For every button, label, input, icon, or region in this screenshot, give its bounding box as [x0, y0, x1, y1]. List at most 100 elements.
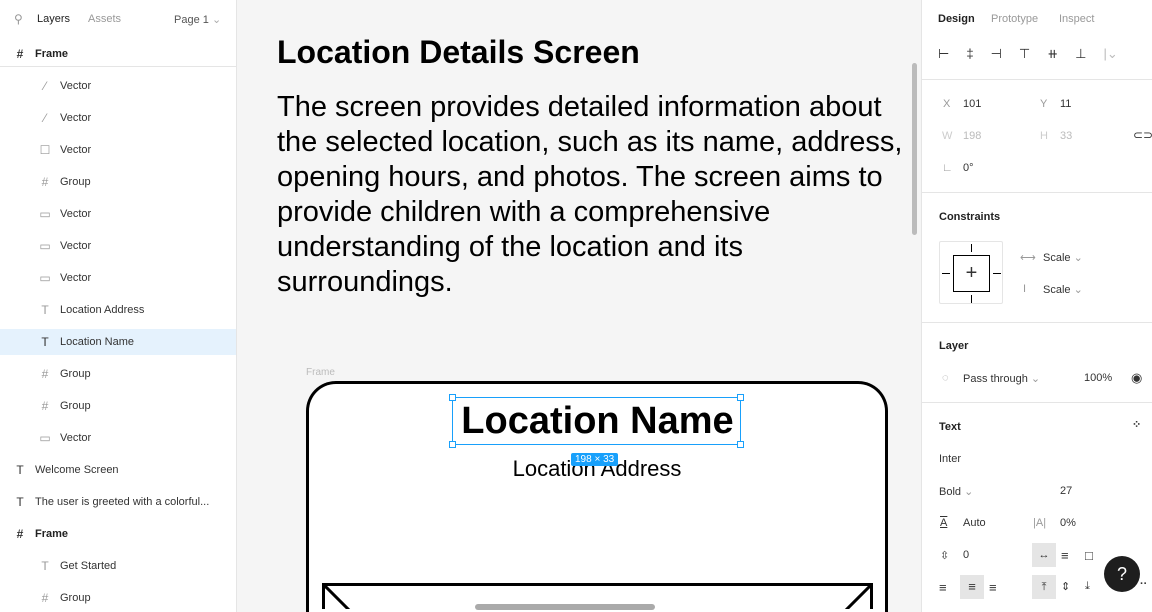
more-icon[interactable]: ·· — [1140, 578, 1147, 590]
text-icon: T — [16, 463, 24, 477]
selection-box[interactable]: Location Name — [449, 394, 744, 448]
blend-mode-select[interactable]: Pass through ⌄ — [963, 372, 1040, 385]
h-label: H — [1040, 130, 1048, 142]
rotation-input[interactable]: 0° — [963, 162, 974, 174]
align-top-icon[interactable]: ⊤ — [1019, 46, 1030, 62]
layer-row[interactable]: # Group — [0, 585, 236, 611]
font-weight-select[interactable]: Bold ⌄ — [939, 485, 973, 498]
vertical-scrollbar[interactable] — [912, 63, 917, 235]
y-input[interactable]: 11 — [1060, 98, 1071, 110]
align-text-top-icon[interactable]: ⤒ — [1032, 575, 1056, 599]
layer-row[interactable]: # Group — [0, 393, 236, 419]
description-line: The screen provides detailed information… — [277, 91, 882, 123]
tab-assets[interactable]: Assets — [88, 13, 121, 25]
layer-label: Vector — [60, 112, 92, 124]
align-text-middle-icon[interactable]: ⇕ — [1061, 580, 1070, 593]
align-text-bottom-icon[interactable]: ⤓ — [1085, 580, 1090, 593]
layer-row[interactable]: T Welcome Screen — [0, 457, 236, 483]
resize-handle[interactable] — [737, 441, 744, 448]
layer-label: Vector — [60, 240, 92, 252]
layer-row[interactable]: ⁄ Vector — [0, 73, 236, 99]
resize-handle[interactable] — [737, 394, 744, 401]
layer-row[interactable]: # Frame — [0, 521, 236, 547]
auto-width-icon[interactable]: ↔ — [1032, 543, 1056, 567]
opacity-input[interactable]: 100% — [1084, 372, 1112, 384]
location-name-text[interactable]: Location Name — [453, 398, 742, 444]
layer-label: Group — [60, 368, 91, 380]
size-badge: 198 × 33 — [571, 453, 619, 466]
rect-icon: ▭ — [39, 207, 51, 221]
paragraph-spacing-input[interactable]: 0 — [963, 549, 969, 561]
layer-row[interactable]: ⁄ Vector — [0, 105, 236, 131]
h-input[interactable]: 33 — [1060, 130, 1072, 142]
layer-label: Location Address — [60, 304, 145, 316]
line-height-icon: A — [940, 517, 948, 529]
x-input[interactable]: 101 — [963, 98, 981, 110]
help-button[interactable]: ? — [1104, 556, 1140, 592]
align-bottom-icon[interactable]: ⊥ — [1075, 46, 1086, 62]
align-text-right-icon[interactable]: ≡ — [989, 580, 997, 595]
font-size-input[interactable]: 27 — [1060, 485, 1072, 497]
layer-title: Layer — [939, 340, 969, 352]
w-label: W — [942, 130, 953, 142]
align-center-h-icon[interactable]: ‡ — [966, 46, 973, 62]
resize-handle[interactable] — [449, 441, 456, 448]
line-height-input[interactable]: Auto — [963, 517, 986, 529]
layer-row[interactable]: # Group — [0, 361, 236, 387]
layer-row[interactable]: ▭ Vector — [0, 201, 236, 227]
align-middle-v-icon[interactable]: ⧺ — [1047, 46, 1058, 62]
align-text-center-icon[interactable]: ≡ — [960, 575, 984, 599]
letter-spacing-input[interactable]: 0% — [1060, 517, 1076, 529]
search-icon[interactable]: ⚲ — [14, 12, 23, 26]
text-styles-icon[interactable]: ⁘ — [1132, 418, 1141, 431]
horizontal-scrollbar[interactable] — [475, 604, 655, 610]
layer-label: Group — [60, 400, 91, 412]
constraints-widget[interactable]: + — [939, 241, 1003, 304]
properties-panel: Design Prototype Inspect ⊢ ‡ ⊣ ⊤ ⧺ ⊥ |⌄ X 101 … — [921, 0, 1152, 612]
distribute-icon[interactable]: |⌄ — [1103, 46, 1117, 62]
w-input[interactable]: 198 — [963, 130, 981, 142]
rotation-icon: ∟ — [942, 162, 953, 174]
constrain-proportions-icon[interactable]: ⊂⊃ — [1133, 128, 1152, 142]
fixed-size-icon[interactable]: □ — [1085, 548, 1093, 563]
resize-handle[interactable] — [449, 394, 456, 401]
blend-icon: ◌ — [942, 372, 949, 384]
rect-icon: ▭ — [39, 431, 51, 445]
tab-layers[interactable]: Layers — [37, 13, 70, 25]
layer-row[interactable]: T Get Started — [0, 553, 236, 579]
layer-label: Vector — [60, 208, 92, 220]
x-label: X — [943, 98, 951, 110]
blend-value: Pass through — [963, 373, 1028, 385]
horizontal-constraint-select[interactable]: Scale ⌄ — [1043, 251, 1083, 264]
page-selector[interactable]: Page 1 ⌄ — [174, 13, 221, 26]
align-text-left-icon[interactable]: ≡ — [939, 580, 947, 595]
text-icon: T — [16, 495, 24, 509]
tab-design[interactable]: Design — [938, 13, 975, 25]
layers-panel: ⚲ Layers Assets Page 1 ⌄ # Frame ⁄ Vector ⁄ V… — [0, 0, 237, 612]
layer-row[interactable]: # Frame — [0, 41, 236, 67]
align-right-icon[interactable]: ⊣ — [991, 46, 1002, 62]
layer-row[interactable]: # Group — [0, 169, 236, 195]
layer-row[interactable]: ▭ Vector — [0, 425, 236, 451]
canvas[interactable]: Location Details Screen The screen provi… — [237, 0, 921, 612]
vertical-constraint-select[interactable]: Scale ⌄ — [1043, 283, 1083, 296]
layer-label: Group — [60, 592, 91, 604]
tab-prototype[interactable]: Prototype — [991, 13, 1038, 25]
eye-icon[interactable]: ◉ — [1131, 370, 1142, 386]
layer-label: Group — [60, 176, 91, 188]
layer-row[interactable]: T Location Address — [0, 297, 236, 323]
auto-height-icon[interactable]: ≡ — [1061, 548, 1069, 563]
tab-inspect[interactable]: Inspect — [1059, 13, 1094, 25]
frame-icon: # — [41, 399, 49, 413]
layer-row[interactable]: T Location Name — [0, 329, 236, 355]
line-icon: ⁄ — [43, 111, 46, 125]
frame-label[interactable]: Frame — [306, 367, 335, 378]
layer-row[interactable]: T The user is greeted with a colorful... — [0, 489, 236, 515]
layer-row[interactable]: ☐ Vector — [0, 137, 236, 163]
layer-row[interactable]: ▭ Vector — [0, 233, 236, 259]
constraints-title: Constraints — [939, 211, 1001, 223]
v-constraint-value: Scale — [1043, 284, 1071, 296]
align-left-icon[interactable]: ⊢ — [938, 46, 949, 62]
layer-row[interactable]: ▭ Vector — [0, 265, 236, 291]
font-family-select[interactable]: Inter — [939, 453, 961, 465]
